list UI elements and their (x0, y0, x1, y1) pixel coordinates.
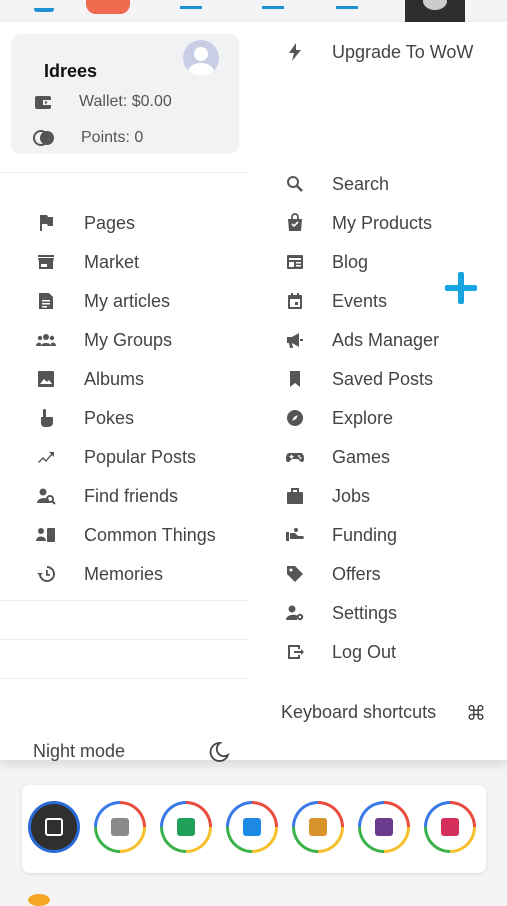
app-shortcut-4[interactable] (226, 801, 278, 853)
divider (0, 600, 248, 601)
calendar-icon (283, 290, 307, 312)
menu-item-search[interactable]: Search (0, 173, 389, 195)
menu-item-label: Ads Manager (332, 329, 440, 350)
avatar (423, 0, 447, 10)
menu-item-label: Jobs (332, 485, 371, 506)
logout-icon (283, 641, 307, 663)
profile-menu-button[interactable] (405, 0, 465, 24)
menu-item-funding[interactable]: Funding (0, 524, 397, 546)
menu-item-log-out[interactable]: Log Out (0, 641, 396, 663)
night-mode-label[interactable]: Night mode (33, 741, 125, 762)
funding-icon (283, 524, 307, 546)
add-plus-icon[interactable] (445, 272, 477, 304)
app-shortcut-6[interactable] (358, 801, 410, 853)
shopping-bag-icon (283, 212, 307, 234)
menu-item-label: Settings (332, 602, 398, 623)
keyboard-shortcuts-link[interactable]: Keyboard shortcuts (281, 702, 436, 723)
menu-item-label: Blog (332, 251, 369, 272)
briefcase-icon (283, 485, 307, 507)
menu-item-offers[interactable]: Offers (0, 563, 381, 585)
wallet-icon (35, 96, 51, 109)
menu-item-label: Events (332, 290, 388, 311)
app-shortcut-3[interactable] (160, 801, 212, 853)
app-logo-icon[interactable] (86, 0, 130, 14)
app-shortcut-2[interactable] (94, 801, 146, 853)
compass-icon (283, 407, 307, 429)
points-value: Points: 0 (81, 129, 144, 146)
menu-item-label: Log Out (332, 641, 397, 662)
home-icon[interactable] (34, 0, 54, 12)
lightning-icon (283, 41, 307, 63)
messages-icon[interactable] (262, 0, 284, 9)
menu-item-label: Explore (332, 407, 394, 428)
menu-item-label: Search (332, 173, 390, 194)
upgrade-label: Upgrade To WoW (332, 41, 474, 62)
notifications-icon[interactable] (336, 0, 358, 9)
menu-item-label: My Products (332, 212, 433, 233)
app-shortcuts-bar (22, 785, 486, 873)
menu-item-label: Saved Posts (332, 368, 434, 389)
friends-icon[interactable] (180, 0, 202, 9)
megaphone-icon (283, 329, 307, 351)
user-settings-icon (283, 602, 307, 624)
bookmark-icon (283, 368, 307, 390)
menu-item-blog[interactable]: Blog (0, 251, 368, 273)
points-icon (33, 130, 54, 146)
wallet-balance: Wallet: $0.00 (79, 93, 172, 110)
user-name[interactable]: Idrees (44, 61, 97, 82)
tag-icon (283, 563, 307, 585)
gamepad-icon (283, 446, 307, 468)
upgrade-button[interactable]: Upgrade To WoW (0, 41, 473, 63)
menu-item-settings[interactable]: Settings (0, 602, 397, 624)
menu-item-ads-manager[interactable]: Ads Manager (0, 329, 439, 351)
app-shortcut-5[interactable] (292, 801, 344, 853)
menu-item-my-products[interactable]: My Products (0, 212, 432, 234)
menu-item-games[interactable]: Games (0, 446, 390, 468)
blog-icon (283, 251, 307, 273)
moon-icon[interactable] (208, 741, 230, 763)
menu-item-explore[interactable]: Explore (0, 407, 393, 429)
menu-item-label: Funding (332, 524, 398, 545)
app-shortcut-1[interactable] (28, 801, 80, 853)
user-dropdown-menu: Idrees Wallet: $0.00 Points: 0 Upgrade T… (0, 22, 507, 763)
top-nav-bar (0, 0, 507, 24)
menu-item-jobs[interactable]: Jobs (0, 485, 370, 507)
menu-item-label: Offers (332, 563, 381, 584)
partial-icon (28, 894, 50, 906)
search-icon (283, 173, 307, 195)
menu-item-events[interactable]: Events (0, 290, 387, 312)
divider (0, 678, 248, 679)
menu-item-saved-posts[interactable]: Saved Posts (0, 368, 433, 390)
wallet-row[interactable]: Wallet: $0.00 (33, 92, 172, 112)
points-row[interactable]: Points: 0 (33, 128, 143, 148)
command-key-icon: ⌘ (466, 703, 486, 725)
menu-item-label: Games (332, 446, 391, 467)
app-shortcut-7[interactable] (424, 801, 476, 853)
divider (0, 639, 248, 640)
